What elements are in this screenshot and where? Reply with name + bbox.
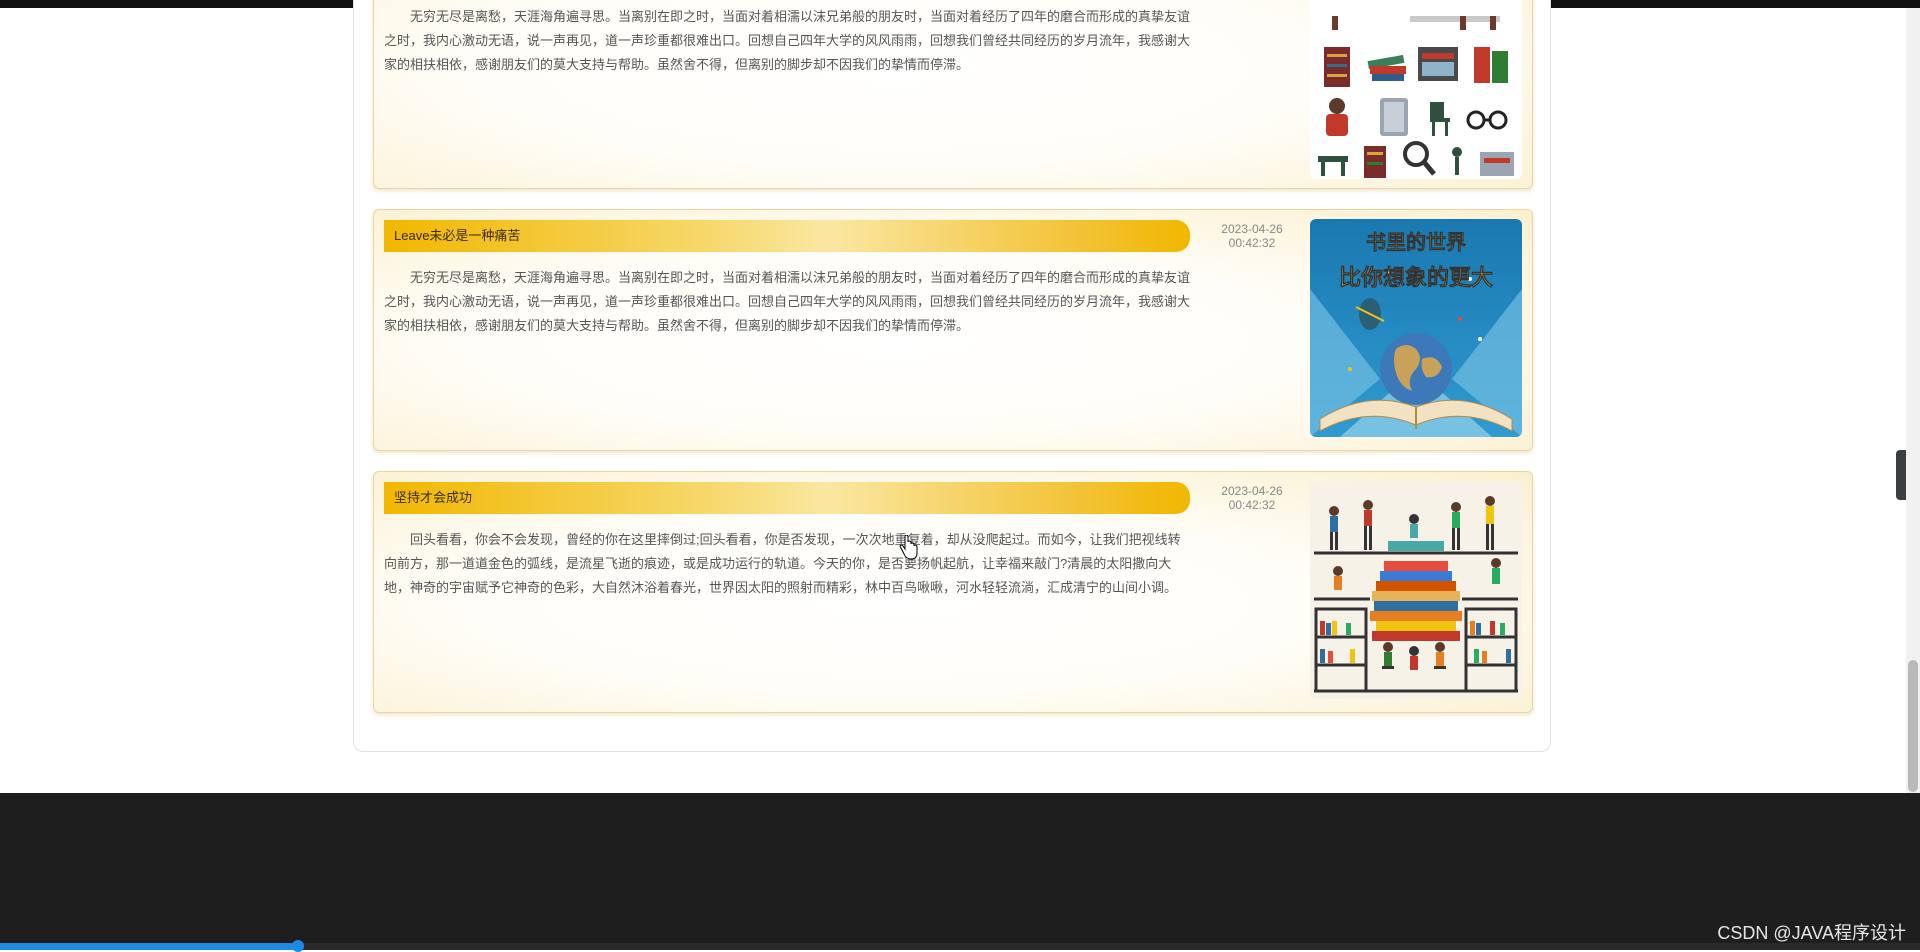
- article-date: 2023-04-26 00:42:32: [1200, 222, 1304, 250]
- book-world-poster: 书里的世界 比你想象的更大: [1310, 219, 1522, 437]
- article-date: 2023-04-26 00:42:32: [1200, 484, 1304, 512]
- page-footer: [0, 793, 1920, 943]
- video-progress-bar[interactable]: [0, 940, 1920, 952]
- article-date-time: 00:42:32: [1228, 498, 1276, 512]
- article-image[interactable]: [1310, 481, 1522, 699]
- article-image[interactable]: [1310, 0, 1522, 179]
- watermark: CSDN @JAVA程序设计: [1717, 923, 1906, 943]
- video-progress-fill: [0, 943, 298, 950]
- hand-cursor-icon: [899, 535, 918, 560]
- library-icons-illustration: [1318, 16, 1514, 178]
- article-date-time: 00:42:32: [1228, 236, 1276, 250]
- poster-line-2: 比你想象的更大: [1339, 265, 1493, 291]
- readers-on-books-illustration: [1310, 481, 1522, 699]
- article-title-bar[interactable]: Leave未必是一种痛苦: [384, 220, 1190, 252]
- article-date-day: 2023-04-26: [1221, 484, 1283, 498]
- article-card[interactable]: 坚持才会成功 2023-04-26 00:42:32 回头看看，你会不会发现，曾…: [373, 471, 1533, 713]
- article-title-bar[interactable]: 坚持才会成功: [384, 482, 1190, 514]
- article-image[interactable]: 书里的世界 比你想象的更大: [1310, 219, 1522, 437]
- article-card[interactable]: Leave未必是一种痛苦 2023-04-26 00:42:32 无穷无尽是离愁…: [373, 209, 1533, 451]
- article-title[interactable]: 坚持才会成功: [394, 490, 472, 505]
- article-body: 回头看看，你会不会发现，曾经的你在这里摔倒过;回头看看，你是否发现，一次次地重复…: [384, 532, 1181, 595]
- article-date-day: 2023-04-26: [1221, 222, 1283, 236]
- article-body: 无穷无尽是离愁，天涯海角遍寻思。当离别在即之时，当面对着相濡以沫兄弟般的朋友时，…: [384, 9, 1191, 72]
- article-body: 无穷无尽是离愁，天涯海角遍寻思。当离别在即之时，当面对着相濡以沫兄弟般的朋友时，…: [384, 270, 1191, 333]
- poster-line-1: 书里的世界: [1366, 230, 1466, 254]
- video-progress-knob[interactable]: [292, 940, 304, 952]
- article-card[interactable]: 无穷无尽是离愁，天涯海角遍寻思。当离别在即之时，当面对着相濡以沫兄弟般的朋友时，…: [373, 0, 1533, 189]
- page-scrollbar-thumb[interactable]: [1908, 660, 1918, 792]
- article-title[interactable]: Leave未必是一种痛苦: [394, 228, 520, 243]
